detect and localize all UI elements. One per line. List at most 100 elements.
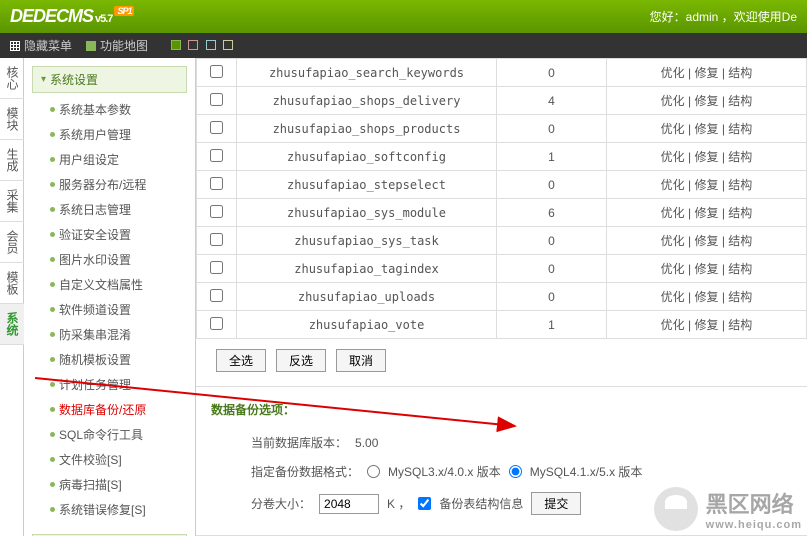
table-cell-count: 0 bbox=[497, 59, 607, 87]
row-checkbox[interactable] bbox=[210, 121, 223, 134]
op-struct[interactable]: 结构 bbox=[728, 122, 752, 136]
table-row: zhusufapiao_uploads0优化 | 修复 | 结构 bbox=[197, 283, 807, 311]
op-repair[interactable]: 修复 bbox=[694, 318, 718, 332]
op-optimize[interactable]: 优化 bbox=[661, 94, 685, 108]
op-struct[interactable]: 结构 bbox=[728, 206, 752, 220]
color-swatch[interactable] bbox=[171, 40, 181, 50]
op-struct[interactable]: 结构 bbox=[728, 178, 752, 192]
row-checkbox[interactable] bbox=[210, 289, 223, 302]
sidebar-item[interactable]: 系统基本参数 bbox=[50, 97, 187, 122]
sidebar-item[interactable]: 防采集串混淆 bbox=[50, 322, 187, 347]
table-row: zhusufapiao_shops_products0优化 | 修复 | 结构 bbox=[197, 115, 807, 143]
row-checkbox[interactable] bbox=[210, 261, 223, 274]
op-repair[interactable]: 修复 bbox=[694, 150, 718, 164]
row-checkbox[interactable] bbox=[210, 149, 223, 162]
sidebar-item[interactable]: 自定义文档属性 bbox=[50, 272, 187, 297]
op-struct[interactable]: 结构 bbox=[728, 318, 752, 332]
op-struct[interactable]: 结构 bbox=[728, 150, 752, 164]
op-repair[interactable]: 修复 bbox=[694, 206, 718, 220]
table-cell-count: 0 bbox=[497, 283, 607, 311]
toolbar-favorite[interactable]: 隐藏菜单 bbox=[24, 37, 72, 54]
op-struct[interactable]: 结构 bbox=[728, 234, 752, 248]
toolbar: 隐藏菜单 功能地图 bbox=[0, 33, 807, 58]
op-struct[interactable]: 结构 bbox=[728, 290, 752, 304]
op-repair[interactable]: 修复 bbox=[694, 122, 718, 136]
table-cell-ops: 优化 | 修复 | 结构 bbox=[607, 227, 807, 255]
table-cell-count: 0 bbox=[497, 227, 607, 255]
selectall-button[interactable]: 全选 bbox=[216, 349, 266, 372]
cancel-button[interactable]: 取消 bbox=[336, 349, 386, 372]
vtab-1[interactable]: 模块 bbox=[0, 99, 25, 140]
sidebar-item[interactable]: 系统错误修复[S] bbox=[50, 497, 187, 522]
op-repair[interactable]: 修复 bbox=[694, 262, 718, 276]
invert-button[interactable]: 反选 bbox=[276, 349, 326, 372]
size-input[interactable] bbox=[319, 494, 379, 514]
op-optimize[interactable]: 优化 bbox=[661, 234, 685, 248]
vtab-4[interactable]: 会员 bbox=[0, 222, 25, 263]
vtab-3[interactable]: 采集 bbox=[0, 181, 25, 222]
color-swatch[interactable] bbox=[223, 40, 233, 50]
vtab-6[interactable]: 系统 bbox=[0, 304, 25, 345]
op-struct[interactable]: 结构 bbox=[728, 66, 752, 80]
sidebar-item[interactable]: 软件频道设置 bbox=[50, 297, 187, 322]
sidebar-item[interactable]: 系统用户管理 bbox=[50, 122, 187, 147]
table-cell-ops: 优化 | 修复 | 结构 bbox=[607, 59, 807, 87]
table-cell-count: 0 bbox=[497, 171, 607, 199]
sidebar-item[interactable]: 随机模板设置 bbox=[50, 347, 187, 372]
sidebar-item[interactable]: 验证安全设置 bbox=[50, 222, 187, 247]
op-struct[interactable]: 结构 bbox=[728, 262, 752, 276]
table-cell-ops: 优化 | 修复 | 结构 bbox=[607, 283, 807, 311]
op-struct[interactable]: 结构 bbox=[728, 94, 752, 108]
vtab-5[interactable]: 模板 bbox=[0, 263, 25, 304]
op-repair[interactable]: 修复 bbox=[694, 234, 718, 248]
format-radio-1[interactable] bbox=[367, 465, 380, 478]
op-optimize[interactable]: 优化 bbox=[661, 150, 685, 164]
struct-checkbox[interactable] bbox=[418, 497, 431, 510]
table-cell-ops: 优化 | 修复 | 结构 bbox=[607, 255, 807, 283]
table-cell-count: 0 bbox=[497, 115, 607, 143]
format-radio-2[interactable] bbox=[509, 465, 522, 478]
vtab-0[interactable]: 核心 bbox=[0, 58, 25, 99]
op-optimize[interactable]: 优化 bbox=[661, 66, 685, 80]
op-optimize[interactable]: 优化 bbox=[661, 122, 685, 136]
op-optimize[interactable]: 优化 bbox=[661, 290, 685, 304]
sidebar-item[interactable]: 数据库备份/还原 bbox=[50, 397, 187, 422]
op-repair[interactable]: 修复 bbox=[694, 94, 718, 108]
table-cell-count: 1 bbox=[497, 311, 607, 339]
sidebar-group-title[interactable]: 系统设置 bbox=[32, 66, 187, 93]
sidebar-item[interactable]: SQL命令行工具 bbox=[50, 422, 187, 447]
color-swatch[interactable] bbox=[206, 40, 216, 50]
color-swatch[interactable] bbox=[188, 40, 198, 50]
sidebar-item[interactable]: 服务器分布/远程 bbox=[50, 172, 187, 197]
table-cell-ops: 优化 | 修复 | 结构 bbox=[607, 143, 807, 171]
row-checkbox[interactable] bbox=[210, 93, 223, 106]
sidebar-item[interactable]: 病毒扫描[S] bbox=[50, 472, 187, 497]
table-row: zhusufapiao_stepselect0优化 | 修复 | 结构 bbox=[197, 171, 807, 199]
table-cell-count: 6 bbox=[497, 199, 607, 227]
sidebar-item[interactable]: 用户组设定 bbox=[50, 147, 187, 172]
op-optimize[interactable]: 优化 bbox=[661, 178, 685, 192]
sidebar-item[interactable]: 计划任务管理 bbox=[50, 372, 187, 397]
row-checkbox[interactable] bbox=[210, 177, 223, 190]
vertical-tabs: 核心模块生成采集会员模板系统 bbox=[0, 58, 24, 536]
submit-button[interactable]: 提交 bbox=[531, 492, 581, 515]
sidebar-item[interactable]: 文件校验[S] bbox=[50, 447, 187, 472]
op-repair[interactable]: 修复 bbox=[694, 290, 718, 304]
op-repair[interactable]: 修复 bbox=[694, 66, 718, 80]
row-checkbox[interactable] bbox=[210, 233, 223, 246]
row-checkbox[interactable] bbox=[210, 317, 223, 330]
vtab-2[interactable]: 生成 bbox=[0, 140, 25, 181]
op-optimize[interactable]: 优化 bbox=[661, 262, 685, 276]
table-cell-name: zhusufapiao_search_keywords bbox=[237, 59, 497, 87]
sidebar-item[interactable]: 系统日志管理 bbox=[50, 197, 187, 222]
op-optimize[interactable]: 优化 bbox=[661, 206, 685, 220]
table-cell-ops: 优化 | 修复 | 结构 bbox=[607, 87, 807, 115]
toolbar-sitemap[interactable]: 功能地图 bbox=[100, 37, 148, 54]
row-checkbox[interactable] bbox=[210, 65, 223, 78]
table-cell-name: zhusufapiao_sys_module bbox=[237, 199, 497, 227]
sidebar-item[interactable]: 图片水印设置 bbox=[50, 247, 187, 272]
op-optimize[interactable]: 优化 bbox=[661, 318, 685, 332]
op-repair[interactable]: 修复 bbox=[694, 178, 718, 192]
row-checkbox[interactable] bbox=[210, 205, 223, 218]
table-cell-name: zhusufapiao_shops_delivery bbox=[237, 87, 497, 115]
